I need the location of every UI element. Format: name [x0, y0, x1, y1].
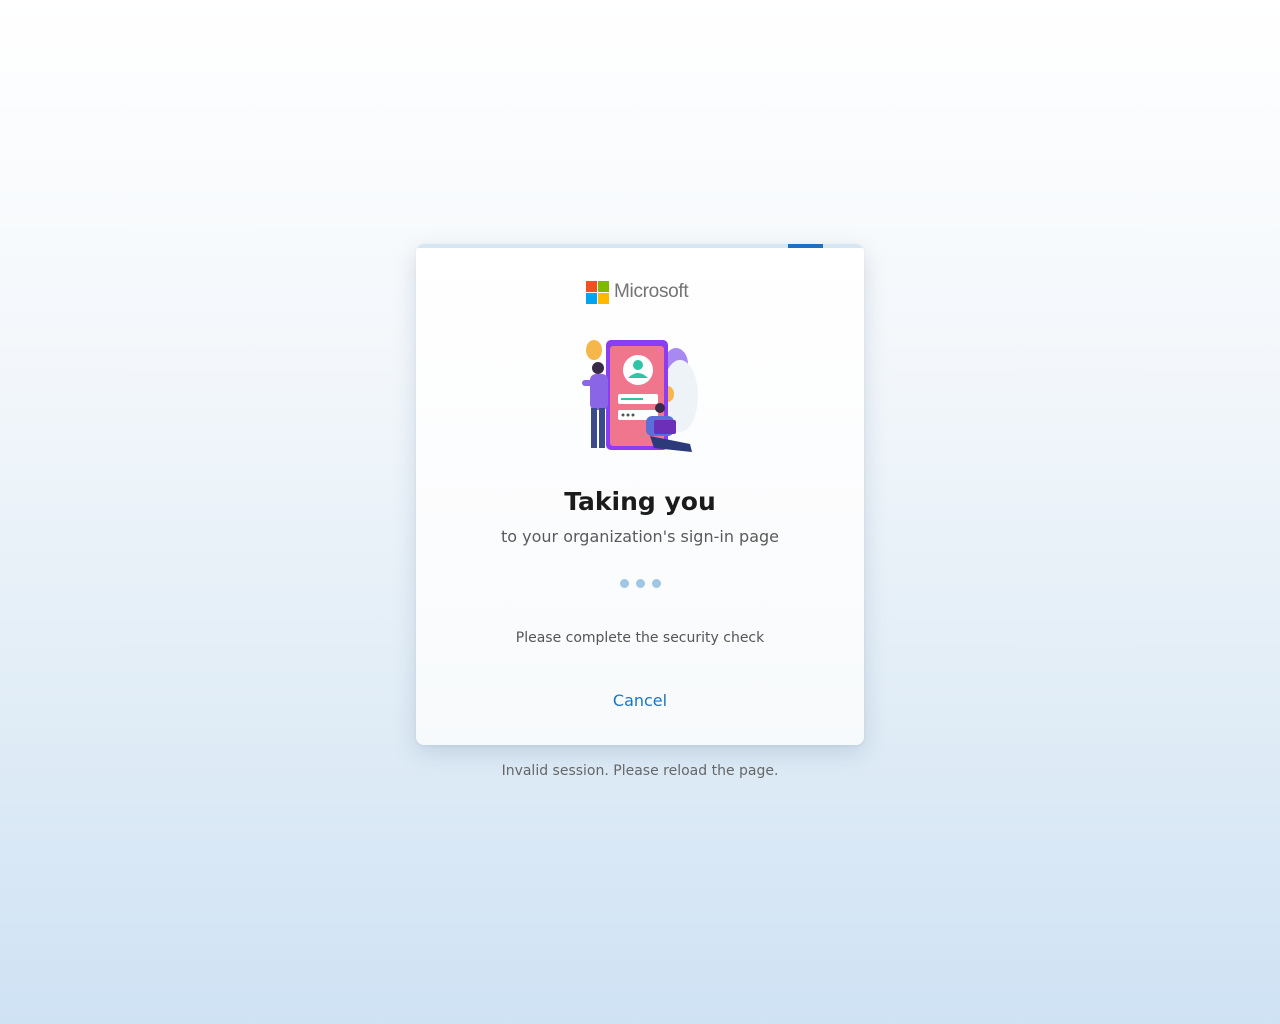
security-check-message: Please complete the security check	[515, 630, 765, 646]
microsoft-logo-text: Microsoft	[614, 281, 689, 302]
loading-dots	[416, 579, 864, 588]
loading-dot	[651, 579, 661, 588]
microsoft-logo: Microsoft	[586, 280, 689, 304]
loading-dot	[619, 579, 629, 588]
loading-dot	[635, 579, 645, 588]
sign-in-illustration-icon	[580, 336, 704, 458]
cancel-link[interactable]: Cancel	[416, 691, 864, 710]
progress-bar	[416, 244, 864, 248]
page-subtitle: to your organization's sign-in page	[501, 527, 779, 546]
session-error-message: Invalid session. Please reload the page.	[501, 763, 779, 779]
progress-bar-fill	[788, 244, 823, 248]
microsoft-logo-icon	[586, 280, 609, 304]
page-title: Taking you	[564, 487, 716, 516]
sign-in-card: Microsoft Taking you to your organizatio…	[416, 244, 864, 745]
